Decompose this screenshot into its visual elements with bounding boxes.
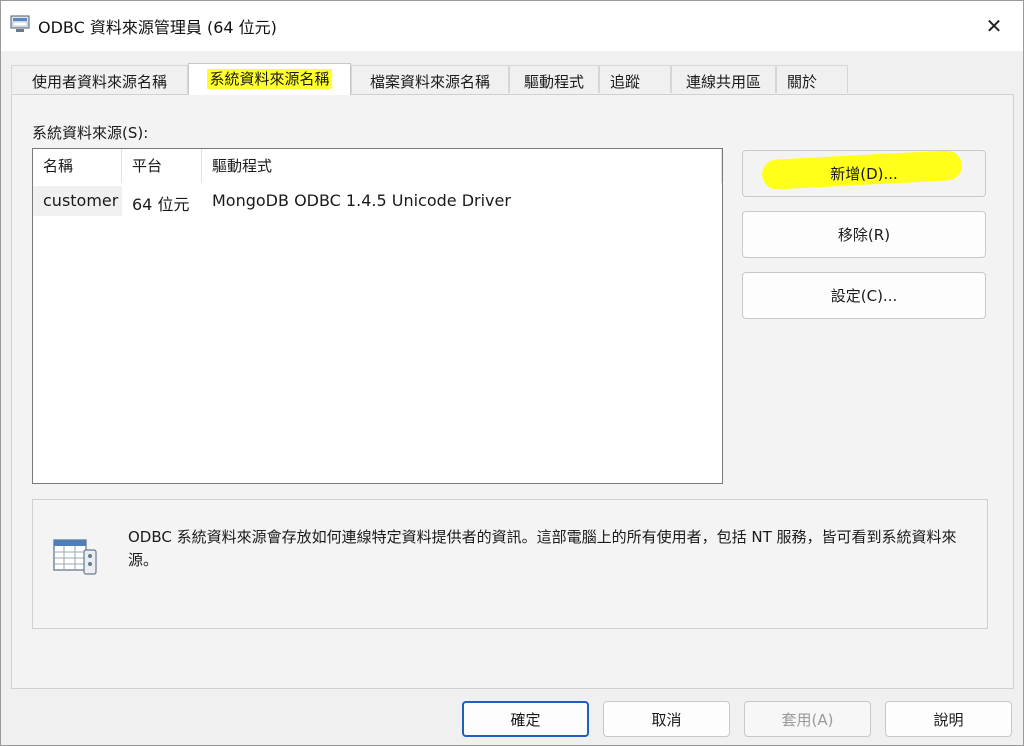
tab-strip: 使用者資料來源名稱 系統資料來源名稱 檔案資料來源名稱 驅動程式 追蹤 連線共用…: [11, 63, 1011, 95]
app-icon: [10, 15, 30, 32]
configure-button-label: 設定(C)...: [830, 287, 898, 305]
remove-button-label: 移除(R): [837, 226, 891, 244]
tab-panel: 系統資料來源(S): 名稱 平台 驅動程式 customer 64 位元 Mon…: [11, 94, 1014, 689]
tab-label: 檔案資料來源名稱: [369, 73, 490, 91]
info-box: ODBC 系統資料來源會存放如何連線特定資料提供者的資訊。這部電腦上的所有使用者…: [32, 499, 988, 629]
cell-driver: MongoDB ODBC 1.4.5 Unicode Driver: [212, 191, 511, 210]
database-table-icon: [53, 539, 97, 575]
window-title: ODBC 資料來源管理員 (64 位元): [38, 18, 277, 37]
cell-name: customer: [33, 186, 122, 216]
configure-button[interactable]: 設定(C)...: [742, 272, 986, 319]
tab-file-dsn[interactable]: 檔案資料來源名稱: [351, 65, 509, 93]
column-header-name[interactable]: 名稱: [33, 149, 122, 183]
table-row[interactable]: customer 64 位元 MongoDB ODBC 1.4.5 Unicod…: [33, 186, 722, 216]
help-button[interactable]: 說明: [885, 701, 1012, 737]
close-icon: ✕: [985, 14, 1003, 38]
apply-button[interactable]: 套用(A): [744, 701, 871, 737]
remove-button[interactable]: 移除(R): [742, 211, 986, 258]
tab-label: 驅動程式: [523, 73, 584, 91]
tab-label: 使用者資料來源名稱: [31, 73, 167, 91]
system-dsn-label: 系統資料來源(S):: [32, 124, 149, 142]
dsn-list[interactable]: 名稱 平台 驅動程式 customer 64 位元 MongoDB ODBC 1…: [32, 148, 723, 484]
list-header: 名稱 平台 驅動程式: [33, 149, 722, 183]
column-header-driver[interactable]: 驅動程式: [202, 149, 722, 183]
tab-tracing[interactable]: 追蹤: [599, 65, 671, 93]
column-header-platform[interactable]: 平台: [122, 149, 202, 183]
add-button-label: 新增(D)...: [830, 165, 898, 183]
help-button-label: 說明: [933, 710, 964, 729]
add-button[interactable]: 新增(D)...: [742, 150, 986, 197]
tab-about[interactable]: 關於: [776, 65, 848, 93]
tab-label: 追蹤: [610, 73, 641, 91]
odbc-dialog-window: ODBC 資料來源管理員 (64 位元) ✕ 使用者資料來源名稱 系統資料來源名…: [0, 0, 1024, 746]
apply-button-label: 套用(A): [781, 710, 834, 729]
tab-user-dsn[interactable]: 使用者資料來源名稱: [11, 65, 188, 93]
tab-label: 系統資料來源名稱: [207, 69, 332, 89]
cancel-button[interactable]: 取消: [603, 701, 730, 737]
cancel-button-label: 取消: [651, 710, 682, 729]
tab-label: 關於: [787, 73, 818, 91]
tab-label: 連線共用區: [685, 73, 761, 91]
tab-system-dsn[interactable]: 系統資料來源名稱: [188, 63, 351, 95]
close-button[interactable]: ✕: [965, 1, 1023, 51]
ok-button-label: 確定: [510, 710, 541, 729]
tab-connection-pooling[interactable]: 連線共用區: [671, 65, 776, 93]
cell-platform: 64 位元: [132, 195, 190, 214]
info-description: ODBC 系統資料來源會存放如何連線特定資料提供者的資訊。這部電腦上的所有使用者…: [128, 528, 957, 569]
ok-button[interactable]: 確定: [462, 701, 589, 737]
tab-drivers[interactable]: 驅動程式: [509, 65, 599, 93]
title-bar: ODBC 資料來源管理員 (64 位元) ✕: [1, 1, 1023, 51]
